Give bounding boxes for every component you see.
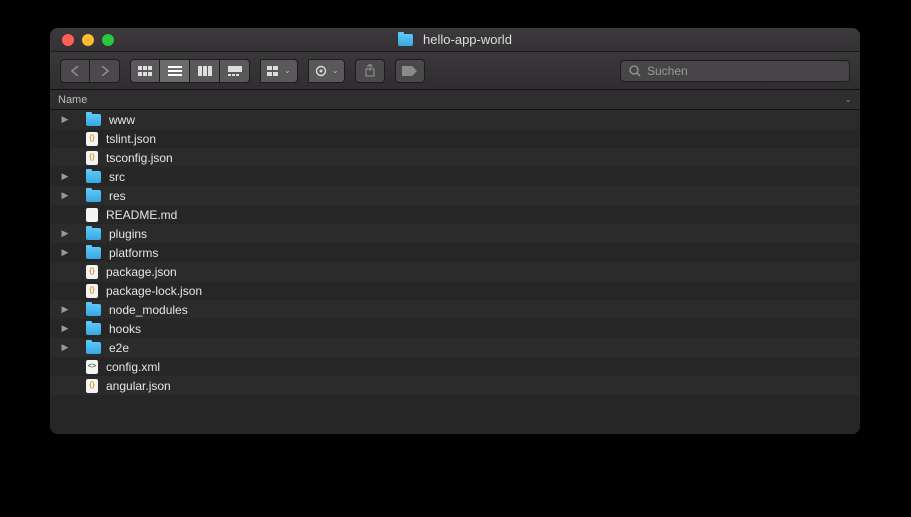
zoom-window-button[interactable] [102,34,114,46]
item-name: tsconfig.json [106,151,173,165]
list-view-icon [168,66,182,76]
item-name: platforms [109,246,158,260]
list-item[interactable]: ▶ node_modules [50,300,860,319]
gallery-view-icon [228,66,242,76]
disclosure-triangle-icon[interactable]: ▶ [60,114,70,125]
list-item[interactable]: {} angular.json [50,376,860,395]
list-item[interactable]: ▶ res [50,186,860,205]
icon-view-button[interactable] [130,59,160,83]
chevron-left-icon [71,66,80,76]
folder-icon [398,34,413,46]
item-name: www [109,113,135,127]
list-item[interactable]: ▶ src [50,167,860,186]
item-name: package-lock.json [106,284,202,298]
json-file-icon: {} [86,379,98,393]
list-item[interactable]: ▶ hooks [50,319,860,338]
xml-file-icon: <> [86,360,98,374]
arrange-icon [267,66,281,76]
list-item[interactable]: ▶ www [50,110,860,129]
list-item[interactable]: README.md [50,205,860,224]
gear-icon [315,65,329,77]
list-item[interactable]: {} package.json [50,262,860,281]
window-title: hello-app-world [423,32,512,47]
disclosure-triangle-icon[interactable]: ▶ [60,228,70,239]
folder-icon [86,323,101,335]
list-item[interactable]: ▶ platforms [50,243,860,262]
minimize-window-button[interactable] [82,34,94,46]
column-header-row: Name ⌄ [50,90,860,110]
action-menu-button[interactable]: ⌄ [308,59,346,83]
tags-button[interactable] [395,59,425,83]
item-name: tslint.json [106,132,156,146]
search-icon [629,65,641,77]
item-name: package.json [106,265,177,279]
column-view-icon [198,66,212,76]
window-controls [62,34,114,46]
file-list[interactable]: ▶ www {} tslint.json {} tsconfig.json ▶ src ▶ res… [50,110,860,434]
folder-icon [86,247,101,259]
json-file-icon: {} [86,265,98,279]
disclosure-triangle-icon[interactable]: ▶ [60,247,70,258]
gallery-view-button[interactable] [220,59,250,83]
arrange-button[interactable]: ⌄ [260,59,298,83]
titlebar: hello-app-world [50,28,860,52]
forward-button[interactable] [90,59,120,83]
disclosure-triangle-icon[interactable]: ▶ [60,171,70,182]
item-name: node_modules [109,303,188,317]
window-title-area: hello-app-world [50,32,860,47]
item-name: res [109,189,126,203]
column-header-name[interactable]: Name [58,94,87,106]
disclosure-triangle-icon[interactable]: ▶ [60,190,70,201]
search-placeholder: Suchen [647,64,688,78]
list-item[interactable]: {} tslint.json [50,129,860,148]
list-item[interactable]: ▶ plugins [50,224,860,243]
md-file-icon [86,208,98,222]
json-file-icon: {} [86,132,98,146]
column-view-button[interactable] [190,59,220,83]
json-file-icon: {} [86,151,98,165]
item-name: README.md [106,208,177,222]
back-button[interactable] [60,59,90,83]
list-item[interactable]: ▶ e2e [50,338,860,357]
arrange-group: ⌄ [260,59,298,83]
item-name: angular.json [106,379,171,393]
item-name: e2e [109,341,129,355]
disclosure-triangle-icon[interactable]: ▶ [60,304,70,315]
disclosure-triangle-icon[interactable]: ▶ [60,323,70,334]
icon-view-icon [138,66,152,76]
folder-icon [86,114,101,126]
nav-buttons [60,59,120,83]
list-item[interactable]: <> config.xml [50,357,860,376]
finder-window: hello-app-world [50,28,860,434]
list-item[interactable]: {} package-lock.json [50,281,860,300]
view-mode-buttons [130,59,250,83]
folder-icon [86,342,101,354]
search-field[interactable]: Suchen [620,60,850,82]
action-group: ⌄ [308,59,346,83]
tag-icon [402,66,418,76]
share-button[interactable] [355,59,385,83]
chevron-down-icon: ⌄ [332,66,339,75]
item-name: hooks [109,322,141,336]
chevron-down-icon: ⌄ [284,66,291,75]
folder-icon [86,304,101,316]
list-view-button[interactable] [160,59,190,83]
close-window-button[interactable] [62,34,74,46]
chevron-down-icon[interactable]: ⌄ [844,94,852,105]
folder-icon [86,228,101,240]
toolbar: ⌄ ⌄ Suchen [50,52,860,90]
item-name: src [109,170,125,184]
list-item[interactable]: {} tsconfig.json [50,148,860,167]
chevron-right-icon [100,66,109,76]
disclosure-triangle-icon[interactable]: ▶ [60,342,70,353]
item-name: config.xml [106,360,160,374]
item-name: plugins [109,227,147,241]
json-file-icon: {} [86,284,98,298]
share-icon [364,64,376,77]
folder-icon [86,171,101,183]
folder-icon [86,190,101,202]
